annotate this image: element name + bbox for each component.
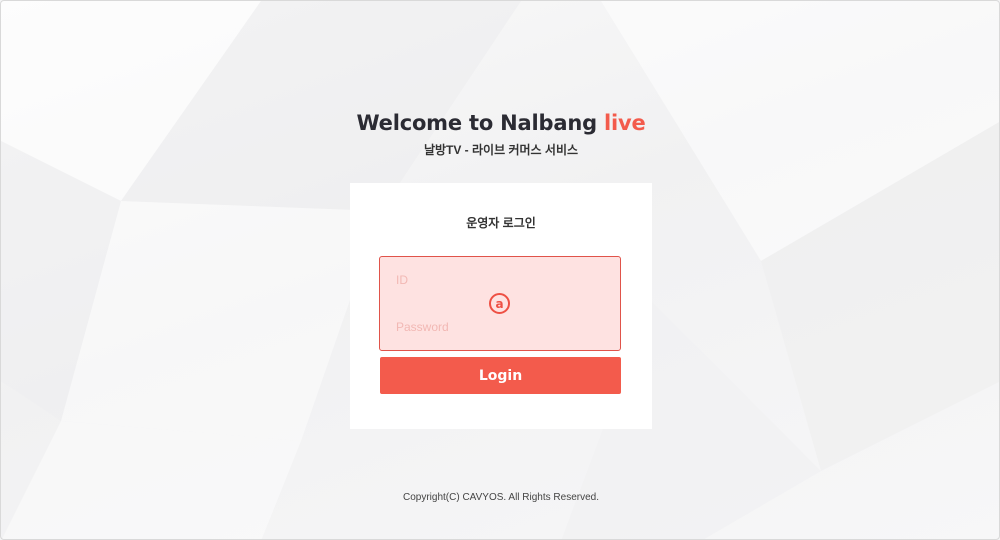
title-main: Welcome to Nalbang	[356, 111, 605, 135]
title-accent: live	[604, 111, 646, 135]
autofill-badge-glyph: a	[495, 296, 504, 311]
login-card-title: 운영자 로그인	[466, 216, 536, 230]
page-heading: Welcome to Nalbang live 날방TV - 라이브 커머스 서…	[1, 111, 999, 158]
page-subtitle: 날방TV - 라이브 커머스 서비스	[423, 143, 579, 157]
page-title: Welcome to Nalbang live	[1, 111, 999, 135]
login-card: 운영자 로그인 a Login	[350, 183, 652, 429]
copyright-footer: Copyright(C) CAVYOS. All Rights Reserved…	[403, 492, 599, 503]
login-button[interactable]: Login	[380, 357, 621, 394]
credentials-box: a	[379, 256, 621, 351]
autofill-badge-icon[interactable]: a	[489, 293, 510, 314]
login-page: Welcome to Nalbang live 날방TV - 라이브 커머스 서…	[0, 0, 1000, 540]
